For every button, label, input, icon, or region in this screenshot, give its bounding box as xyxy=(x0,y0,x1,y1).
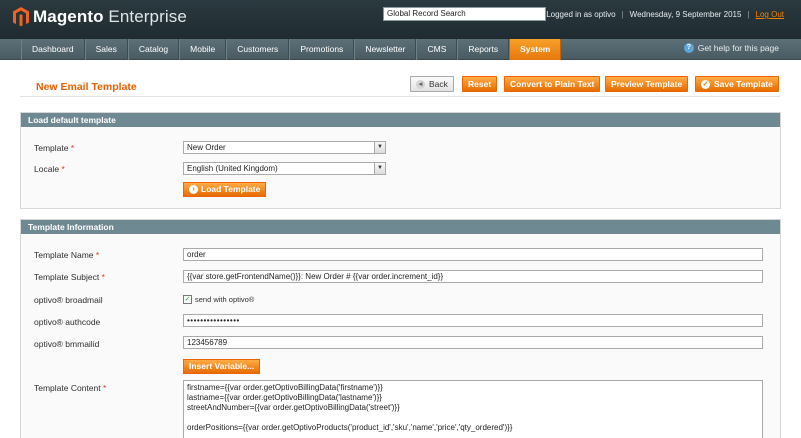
brand-light: Enterprise xyxy=(108,7,187,26)
bmmailid-input[interactable]: 123456789 xyxy=(183,336,763,349)
help-icon: ? xyxy=(683,43,694,53)
title-divider xyxy=(20,96,780,97)
locale-select[interactable]: English (United Kingdom) ▼ xyxy=(183,162,386,175)
reset-label: Reset xyxy=(468,79,492,89)
nav-system[interactable]: System xyxy=(509,39,562,60)
save-check-icon: ✓ xyxy=(701,79,710,89)
save-template-button[interactable]: ✓ Save Template xyxy=(695,76,779,92)
nav-catalog[interactable]: Catalog xyxy=(127,39,180,60)
section-heading: Template Information xyxy=(21,220,780,234)
template-subject-label-text: Template Subject xyxy=(34,272,100,282)
load-default-template-section: Load default template Template * New Ord… xyxy=(20,112,781,209)
convert-label: Convert to Plain Text xyxy=(510,79,595,89)
load-arrow-icon: › xyxy=(189,185,198,194)
template-name-label-text: Template Name xyxy=(34,250,94,260)
header-separator: | xyxy=(621,10,624,19)
page-title: New Email Template xyxy=(36,81,137,93)
send-with-optivo-checkbox[interactable]: ✓ xyxy=(183,295,192,304)
back-label: Back xyxy=(429,79,448,89)
section-heading: Load default template xyxy=(21,113,780,127)
template-label: Template * xyxy=(34,143,74,153)
header-separator: | xyxy=(747,10,750,19)
convert-plain-text-button[interactable]: Convert to Plain Text xyxy=(504,76,601,92)
load-template-label: Load Template xyxy=(201,184,261,194)
nav-customers[interactable]: Customers xyxy=(226,39,290,60)
back-arrow-icon: ◂ xyxy=(416,79,425,89)
top-header: Magento Enterprise Global Record Search … xyxy=(0,0,801,39)
template-content-textarea[interactable]: firstname={{var order.getOptivoBillingDa… xyxy=(183,380,763,438)
nav-mobile[interactable]: Mobile xyxy=(179,39,227,60)
help-label: Get help for this page xyxy=(697,43,779,53)
required-marker: * xyxy=(103,383,107,393)
locale-label: Locale * xyxy=(34,164,65,174)
required-marker: * xyxy=(101,272,105,282)
content-line: orderPositions={{var order.getOptivoProd… xyxy=(187,423,513,432)
logged-in-text: Logged in as optivo xyxy=(546,10,616,19)
nav-dashboard[interactable]: Dashboard xyxy=(21,39,85,60)
reset-button[interactable]: Reset xyxy=(462,76,498,92)
main-nav: Dashboard Sales Catalog Mobile Customers… xyxy=(0,39,801,60)
template-subject-label: Template Subject * xyxy=(34,272,105,282)
global-search-input[interactable]: Global Record Search xyxy=(383,7,546,21)
required-marker: * xyxy=(95,250,100,260)
template-label-text: Template xyxy=(34,143,69,153)
bmmailid-label: optivo® bmmailid xyxy=(34,339,100,349)
authcode-input[interactable]: •••••••••••••••• xyxy=(183,314,763,327)
insert-variable-label: Insert Variable... xyxy=(189,361,255,371)
insert-variable-button[interactable]: Insert Variable... xyxy=(183,359,261,374)
help-link[interactable]: ? Get help for this page xyxy=(683,43,779,53)
template-select-value: New Order xyxy=(187,143,226,152)
preview-template-button[interactable]: Preview Template xyxy=(605,76,689,92)
nav-sales[interactable]: Sales xyxy=(84,39,128,60)
required-marker: * xyxy=(70,143,75,153)
broadmail-label: optivo® broadmail xyxy=(34,295,103,305)
template-name-label: Template Name * xyxy=(34,250,99,260)
send-with-optivo-label: send with optivo® xyxy=(195,295,255,304)
save-label: Save Template xyxy=(714,79,773,89)
magento-logo-icon xyxy=(13,7,29,27)
authcode-label: optivo® authcode xyxy=(34,317,101,327)
magento-logo[interactable]: Magento Enterprise xyxy=(13,7,187,27)
locale-select-value: English (United Kingdom) xyxy=(187,164,278,173)
content-line: lastname={{var order.getOptivoBillingDat… xyxy=(187,393,382,402)
content-line xyxy=(187,413,759,423)
nav-promotions[interactable]: Promotions xyxy=(289,39,355,60)
template-select[interactable]: New Order ▼ xyxy=(183,141,386,154)
chevron-down-icon: ▼ xyxy=(374,142,385,153)
template-information-section: Template Information Template Name * ord… xyxy=(20,219,781,438)
locale-label-text: Locale xyxy=(34,164,60,174)
nav-newsletter[interactable]: Newsletter xyxy=(354,39,417,60)
header-date: Wednesday, 9 September 2015 xyxy=(629,10,742,19)
template-subject-input[interactable]: {{var store.getFrontendName()}}: New Ord… xyxy=(183,270,763,283)
template-content-label: Template Content * xyxy=(34,383,106,393)
content-line: firstname={{var order.getOptivoBillingDa… xyxy=(187,383,383,392)
content-line: streetAndNumber={{var order.getOptivoBil… xyxy=(187,403,400,412)
template-content-label-text: Template Content xyxy=(34,383,101,393)
required-marker: * xyxy=(61,164,65,174)
back-button[interactable]: ◂ Back xyxy=(410,76,454,92)
nav-reports[interactable]: Reports xyxy=(457,39,510,60)
nav-cms[interactable]: CMS xyxy=(416,39,458,60)
logout-link[interactable]: Log Out xyxy=(756,10,784,19)
template-name-input[interactable]: order xyxy=(183,248,763,261)
chevron-down-icon: ▼ xyxy=(374,163,385,174)
brand-bold: Magento xyxy=(33,7,104,26)
preview-label: Preview Template xyxy=(611,79,683,89)
brand-name: Magento Enterprise xyxy=(33,7,187,27)
load-template-button[interactable]: › Load Template xyxy=(183,182,267,197)
header-info: Logged in as optivo | Wednesday, 9 Septe… xyxy=(546,10,784,19)
